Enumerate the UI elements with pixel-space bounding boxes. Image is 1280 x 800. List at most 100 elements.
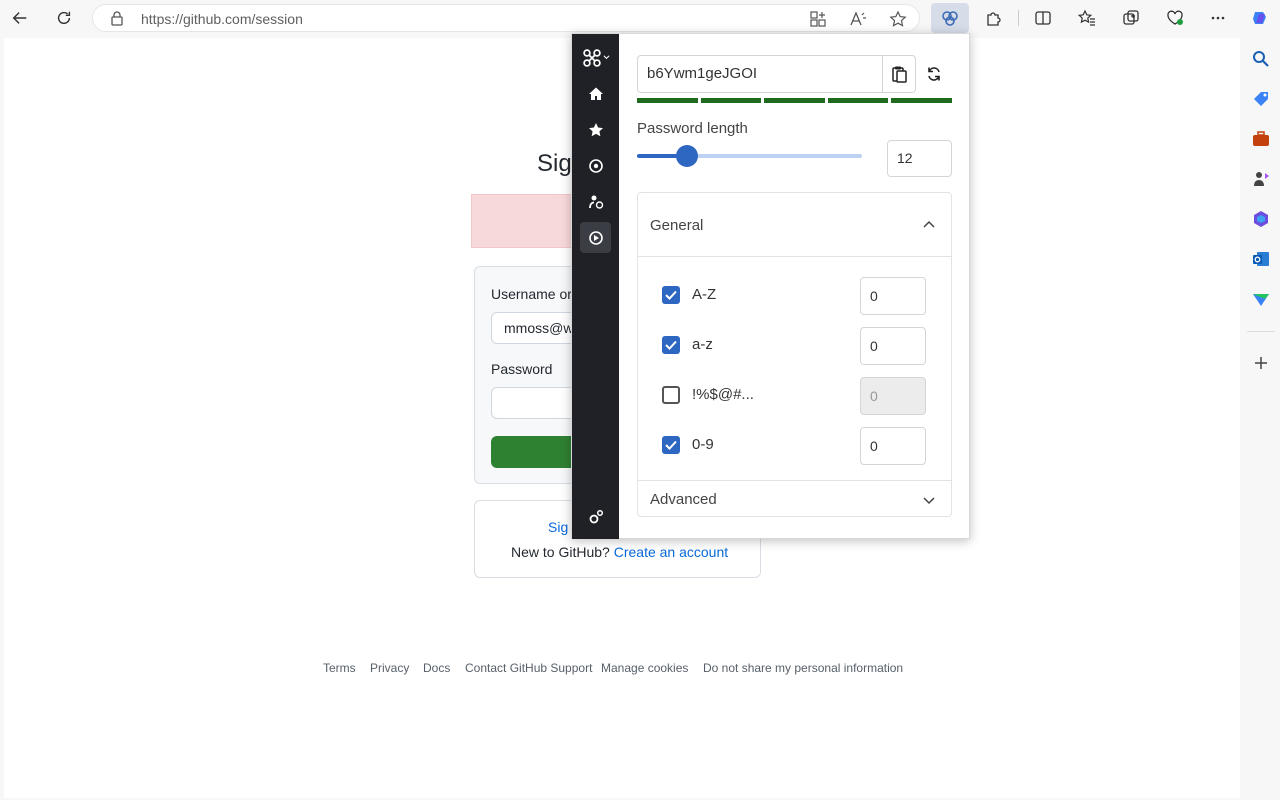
general-section-title: General [650,217,703,234]
options-accordion: General A-Z0a-z0!%$@#...00-90 Advanced [637,192,952,517]
char-option-checkbox[interactable] [662,286,680,304]
password-label: Password [491,361,552,377]
slider-thumb[interactable] [676,145,698,167]
copilot-button[interactable] [1246,4,1274,32]
char-option-min-count-input[interactable]: 0 [860,277,926,315]
heart-pulse-icon [1166,9,1184,27]
more-dots-icon [1209,9,1227,27]
char-option-row: a-z 0 [638,325,951,365]
footer-cookies-link[interactable]: Manage cookies [601,661,688,675]
checkmark-icon [662,336,680,354]
home-icon [588,86,604,102]
app-available-icon[interactable] [809,10,827,28]
refresh-icon [926,66,942,82]
clipboard-icon [890,65,908,83]
star-icon[interactable] [889,10,907,28]
chevron-up-icon [922,218,936,232]
split-screen-button[interactable] [1029,4,1057,32]
address-bar[interactable]: https://github.com/session [92,4,920,32]
nav-favorites[interactable] [580,114,611,145]
general-section-header[interactable]: General [638,193,951,257]
new-to-github-text: New to GitHub? [511,544,610,560]
back-button[interactable] [6,4,34,32]
chevron-down-icon [603,54,610,61]
nav-home[interactable] [580,78,611,109]
char-option-min-count-input[interactable]: 0 [860,327,926,365]
strength-segment [701,98,762,103]
collections-button[interactable] [1117,4,1145,32]
tools-briefcase-icon[interactable] [1251,129,1271,149]
games-icon[interactable] [1251,169,1271,189]
nav-settings[interactable] [580,150,611,181]
footer-terms-link[interactable]: Terms [323,661,356,675]
char-option-checkbox[interactable] [662,336,680,354]
passkey-link[interactable]: Sig [548,519,568,535]
char-option-label: a-z [692,336,713,353]
split-screen-icon [1034,9,1052,27]
char-option-min-count-input[interactable]: 0 [860,427,926,465]
strength-segment [637,98,698,103]
password-generator-icon [588,230,604,246]
user-lock-icon [588,194,604,210]
advanced-section-title: Advanced [650,491,717,508]
extension-logo-icon [940,8,960,28]
nav-preferences[interactable] [580,501,611,532]
footer-privacy-choice-link[interactable]: Do not share my personal information [703,661,903,675]
favorites-button[interactable] [1073,4,1101,32]
popup-nav [572,34,619,539]
lock-icon [109,10,125,26]
regenerate-button[interactable] [922,62,946,86]
browser-sidebar [1241,38,1280,800]
arrow-left-icon [11,9,29,27]
footer-docs-link[interactable]: Docs [423,661,450,675]
star-icon [588,122,604,138]
password-generator-popup: b6Ywm1geJGOI Password length 12 General … [571,33,970,539]
char-option-row: 0-9 0 [638,425,951,465]
char-option-checkbox[interactable] [662,386,680,404]
generated-password-field[interactable]: b6Ywm1geJGOI [637,55,883,93]
microsoft-365-icon[interactable] [1251,209,1271,229]
username-label: Username or [491,286,572,302]
favorites-icon [1078,9,1096,27]
command-icon [582,48,602,68]
password-length-input[interactable]: 12 [887,140,952,177]
sidebar-separator [1247,331,1275,332]
char-option-row: A-Z 0 [638,275,951,315]
drop-icon[interactable] [1251,289,1271,309]
char-option-checkbox[interactable] [662,436,680,454]
chevron-down-icon [922,493,936,507]
browser-toolbar: https://github.com/session [0,0,1280,36]
extensions-button[interactable] [980,4,1008,32]
checkmark-icon [662,286,680,304]
copilot-icon [1251,9,1269,27]
search-icon[interactable] [1251,49,1271,69]
password-generator-extension-button[interactable] [931,3,969,33]
refresh-button[interactable] [50,4,78,32]
strength-segment [764,98,825,103]
collections-icon [1122,9,1140,27]
browser-essentials-button[interactable] [1161,4,1189,32]
nav-user-security[interactable] [580,186,611,217]
more-button[interactable] [1204,4,1232,32]
read-aloud-icon[interactable] [849,10,867,28]
new-to-github: New to GitHub? Create an account [511,544,728,560]
shopping-tag-icon[interactable] [1251,89,1271,109]
plus-icon[interactable] [1251,353,1271,373]
password-length-slider[interactable] [637,154,862,158]
footer-privacy-link[interactable]: Privacy [370,661,409,675]
strength-segment [891,98,952,103]
copy-password-button[interactable] [882,55,916,93]
url-text: https://github.com/session [141,11,303,27]
char-option-label: 0-9 [692,436,714,453]
outlook-icon[interactable] [1251,249,1271,269]
create-account-link[interactable]: Create an account [614,544,728,560]
nav-password-generator[interactable] [580,222,611,253]
gear-icon [588,158,604,174]
strength-segment [828,98,889,103]
nav-logo-menu[interactable] [580,42,611,73]
footer-support-link[interactable]: Contact GitHub Support [465,661,592,675]
checkmark-icon [662,436,680,454]
password-length-label: Password length [637,120,748,137]
char-option-label: A-Z [692,286,716,303]
advanced-section-header[interactable]: Advanced [638,481,951,517]
